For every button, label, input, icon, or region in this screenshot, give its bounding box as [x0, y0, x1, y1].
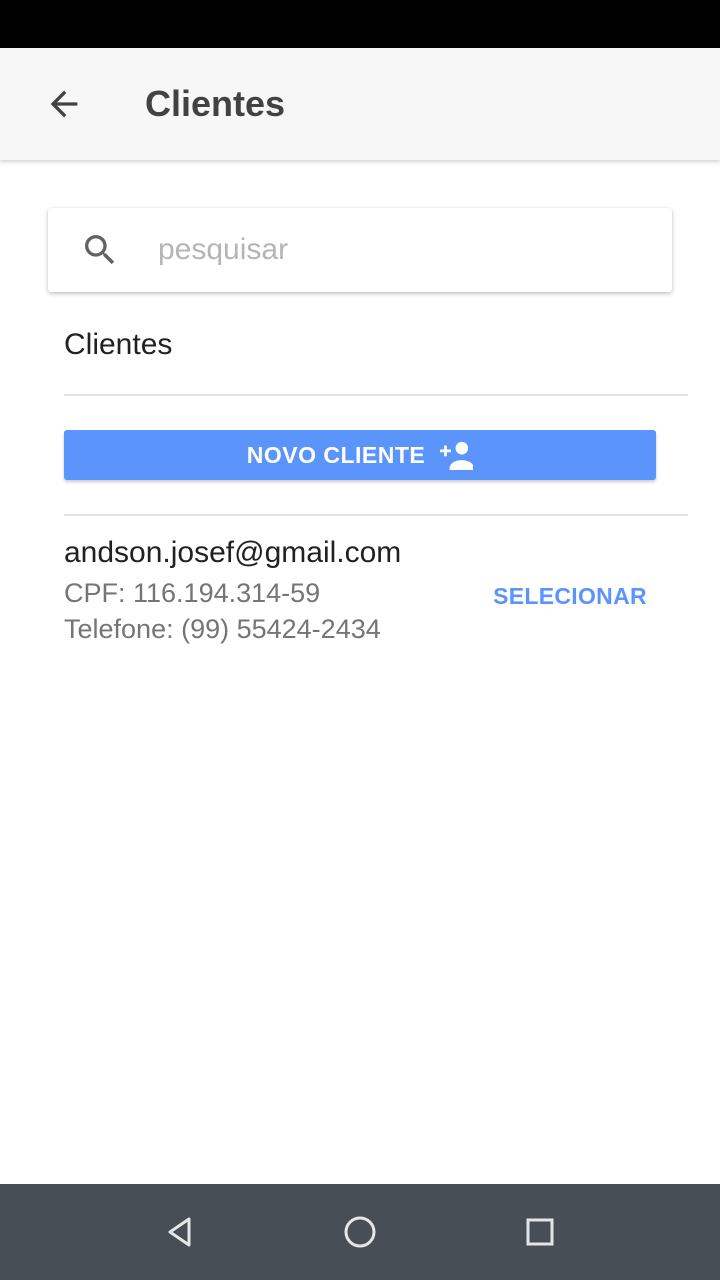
back-button[interactable]: [32, 72, 96, 136]
page-title: Clientes: [145, 83, 286, 124]
client-cpf: CPF: 116.194.314-59: [64, 578, 321, 608]
arrow-left-icon: [50, 90, 78, 118]
divider: [64, 394, 688, 396]
select-client-button[interactable]: SELECIONAR: [484, 574, 656, 618]
circle-home-icon: [344, 1216, 376, 1248]
nav-home-button[interactable]: [328, 1200, 392, 1264]
client-phone: Telefone: (99) 55424-2434: [64, 614, 381, 644]
system-nav-bar: [0, 1184, 720, 1280]
triangle-back-icon: [168, 1217, 191, 1247]
search-input[interactable]: [158, 208, 648, 292]
nav-recents-button[interactable]: [508, 1200, 572, 1264]
search-bar: [48, 208, 672, 292]
status-bar: [0, 0, 720, 48]
app-bar: Clientes: [0, 48, 720, 160]
person-add-icon: [440, 441, 474, 470]
section-title: Clientes: [64, 328, 173, 361]
nav-back-button[interactable]: [148, 1200, 212, 1264]
new-client-label: NOVO CLIENTE: [246, 441, 426, 468]
search-icon: [85, 235, 115, 265]
client-list-item: andson.josef@gmail.com CPF: 116.194.314-…: [64, 532, 688, 656]
square-recents-icon: [526, 1218, 554, 1246]
divider: [64, 514, 688, 516]
client-email: andson.josef@gmail.com: [64, 536, 402, 569]
new-client-button[interactable]: NOVO CLIENTE: [64, 430, 656, 480]
